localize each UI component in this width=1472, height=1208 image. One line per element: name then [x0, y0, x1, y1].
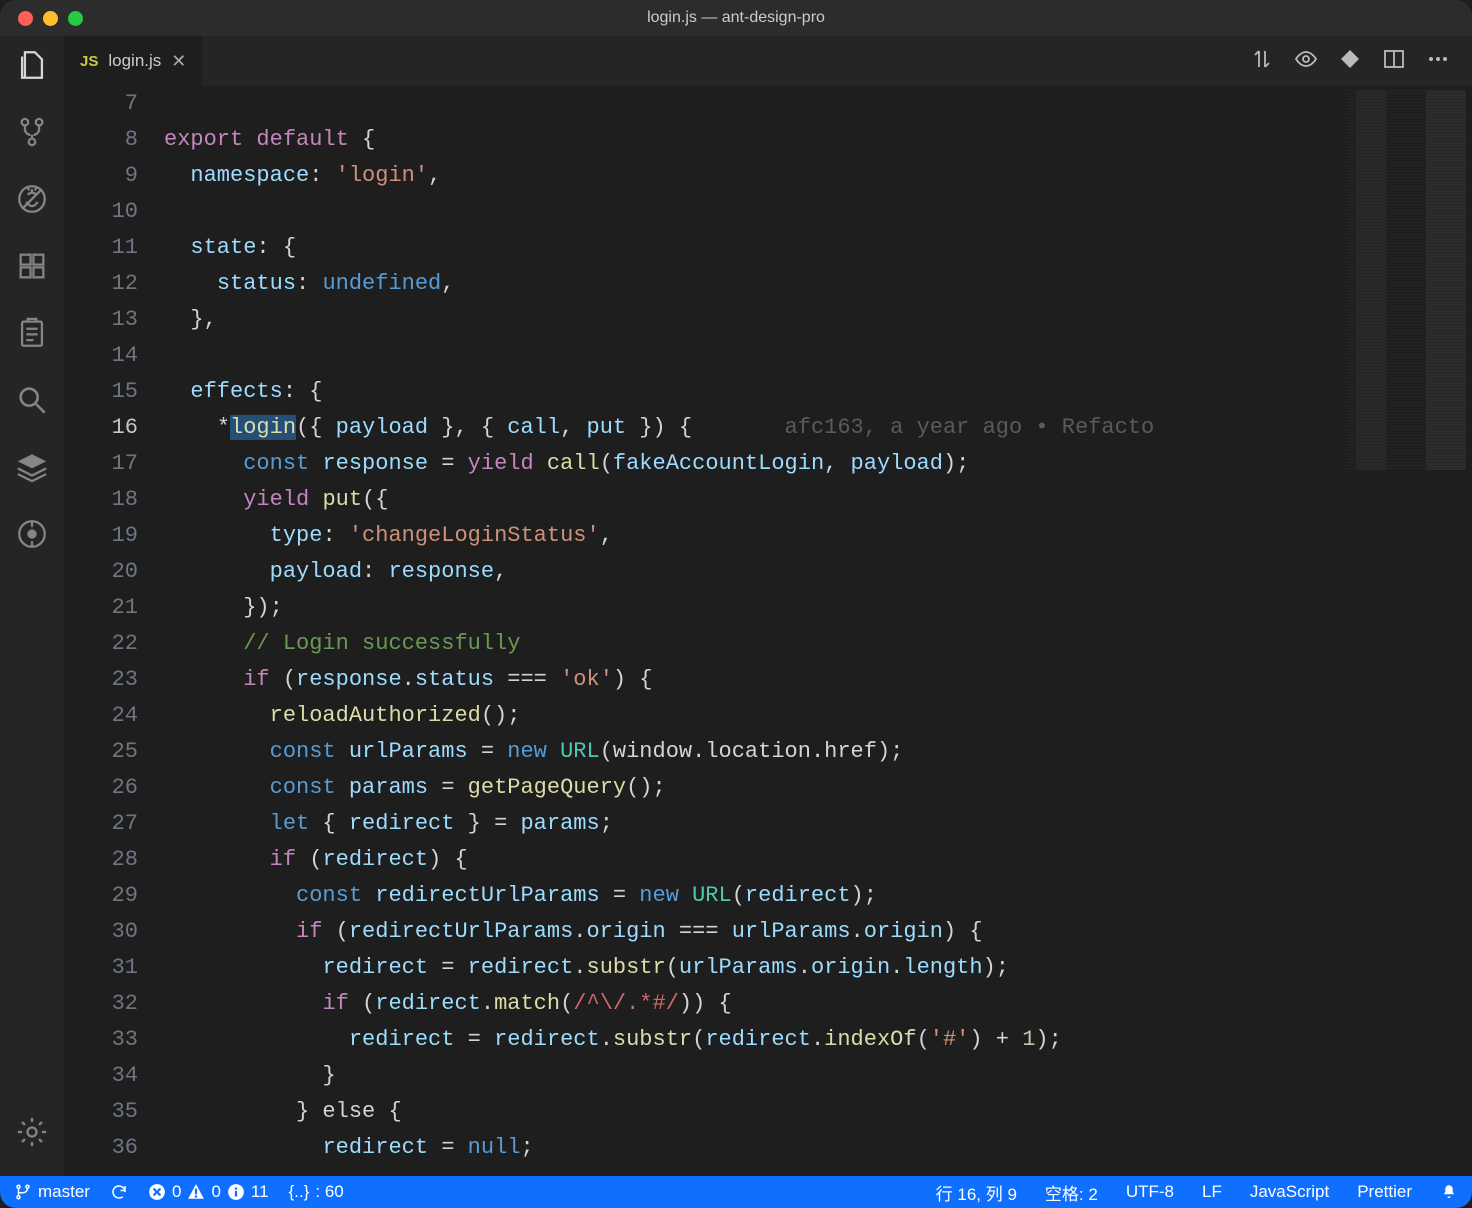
editor[interactable]: 7891011121314151617181920212223242526272… [64, 86, 1472, 1176]
gitlens-icon[interactable] [15, 517, 49, 556]
status-formatter[interactable]: Prettier [1357, 1182, 1412, 1202]
line-number-gutter: 7891011121314151617181920212223242526272… [64, 86, 164, 1176]
explorer-icon[interactable] [15, 48, 49, 87]
tab-bar: JS login.js ✕ [64, 36, 1472, 86]
preview-icon[interactable] [1294, 47, 1318, 76]
status-sync[interactable] [110, 1183, 128, 1201]
compare-icon[interactable] [1250, 47, 1274, 76]
status-encoding[interactable]: UTF-8 [1126, 1182, 1174, 1202]
settings-gear-icon[interactable] [15, 1115, 49, 1154]
search-icon[interactable] [15, 383, 49, 422]
status-eol[interactable]: LF [1202, 1182, 1222, 1202]
editor-title-actions [1250, 47, 1472, 76]
code-content[interactable]: export default { namespace: 'login', sta… [164, 86, 1472, 1176]
activity-bar [0, 36, 64, 1176]
status-indent[interactable]: 空格: 2 [1045, 1180, 1098, 1205]
status-bracket[interactable]: {..}: 60 [289, 1182, 344, 1202]
status-problems[interactable]: 0 0 11 [148, 1182, 269, 1202]
git-blame-annotation: afc163, a year ago • Refacto [785, 415, 1155, 440]
notifications-bell-icon[interactable] [1440, 1183, 1458, 1201]
source-control-icon[interactable] [15, 115, 49, 154]
minimap[interactable] [1346, 90, 1466, 470]
diamond-icon[interactable] [1338, 47, 1362, 76]
layers-icon[interactable] [15, 450, 49, 489]
status-language[interactable]: JavaScript [1250, 1182, 1329, 1202]
extensions-icon[interactable] [15, 249, 49, 288]
tab-login-js[interactable]: JS login.js ✕ [64, 36, 202, 86]
tab-label: login.js [108, 51, 161, 71]
todo-icon[interactable] [15, 316, 49, 355]
js-file-icon: JS [80, 53, 98, 70]
status-cursor[interactable]: 行 16, 列 9 [936, 1180, 1017, 1205]
window-title: login.js — ant-design-pro [0, 9, 1472, 27]
status-bar: master 0 0 11 {..}: 60 行 16, 列 9 空格: 2 U… [0, 1176, 1472, 1208]
debug-disabled-icon[interactable] [15, 182, 49, 221]
titlebar: login.js — ant-design-pro [0, 0, 1472, 36]
status-branch[interactable]: master [14, 1182, 90, 1202]
split-editor-icon[interactable] [1382, 47, 1406, 76]
more-actions-icon[interactable] [1426, 47, 1450, 76]
close-tab-icon[interactable]: ✕ [171, 51, 186, 72]
